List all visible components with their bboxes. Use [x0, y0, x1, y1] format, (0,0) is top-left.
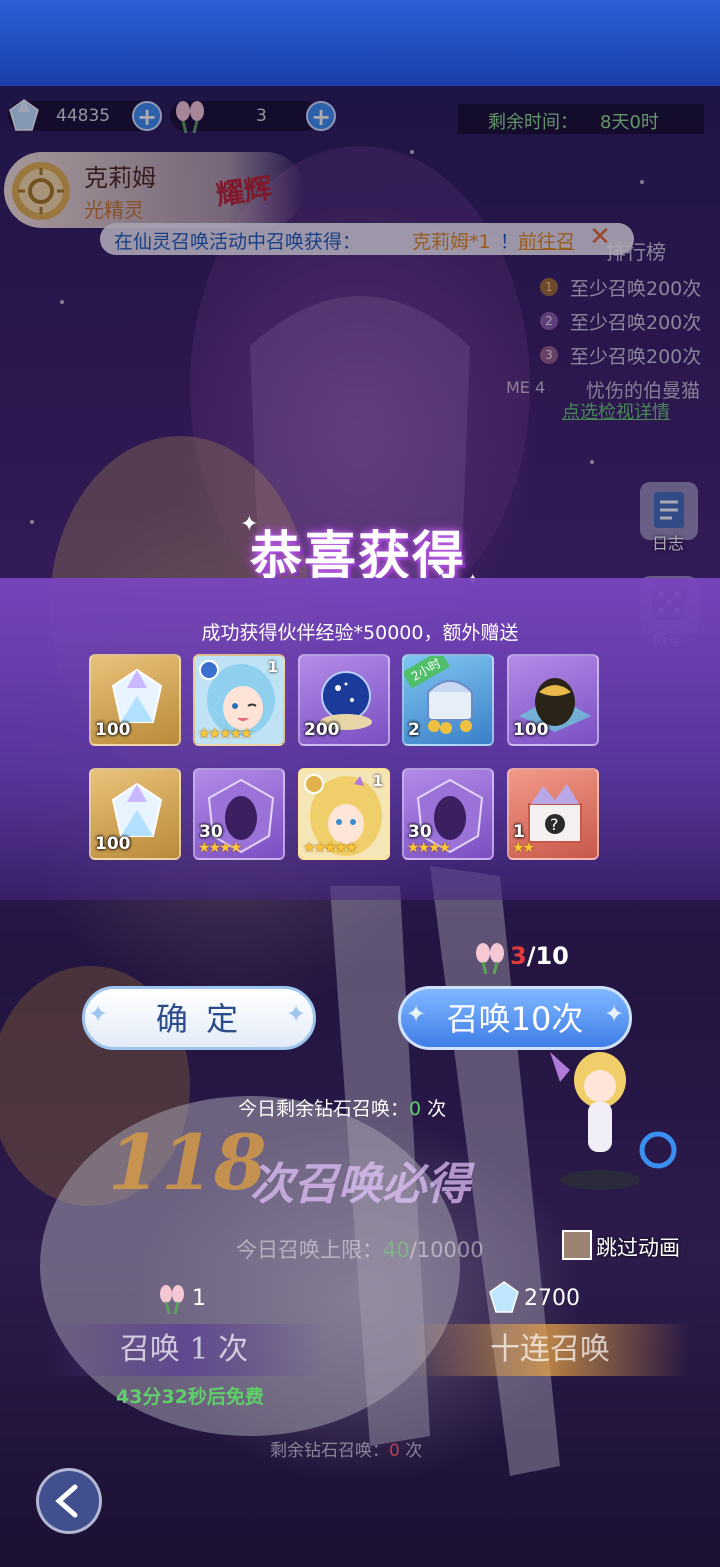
remain-unit: 次	[399, 1441, 423, 1461]
daily-diamond-value: 0	[409, 1098, 422, 1120]
svg-text:?: ?	[550, 815, 559, 834]
sparkle-icon: ✦	[406, 1000, 427, 1028]
item-level: 1	[372, 772, 383, 790]
diamond-icon	[489, 1281, 519, 1313]
remain-label: 剩余钻石召唤：	[270, 1441, 389, 1461]
item-quantity: 200	[304, 720, 340, 740]
reward-item-golden-egg[interactable]: 100	[507, 654, 599, 746]
back-button[interactable]	[36, 1468, 102, 1534]
reward-item-purple-shard[interactable]: 30 ★★★★	[402, 768, 494, 860]
skip-animation-checkbox[interactable]	[562, 1230, 592, 1260]
light-element-icon	[304, 774, 324, 794]
item-quantity: 100	[95, 834, 131, 854]
reward-item-gift-box[interactable]: ? 1 ★★	[507, 768, 599, 860]
item-quantity: 30	[199, 822, 223, 842]
limit-max: /10000	[409, 1238, 484, 1262]
summon-limit: 今日召唤上限：40/10000	[236, 1234, 484, 1264]
reward-subtitle: 成功获得伙伴经验*50000，额外赠送	[201, 622, 519, 644]
top-banner	[0, 0, 720, 86]
sparkle-icon: ✦	[604, 1000, 625, 1028]
remain-value: 0	[389, 1441, 400, 1461]
guarantee-text: 次召唤必得	[250, 1159, 470, 1210]
limit-current: 40	[383, 1238, 410, 1262]
chibi-character	[550, 1052, 677, 1190]
item-quantity: 100	[513, 720, 549, 740]
back-arrow-icon	[55, 1484, 78, 1518]
sparkle-icon: ✦	[240, 512, 259, 537]
free-timer: 43分32秒后免费	[116, 1386, 264, 1408]
tulip-icon	[476, 943, 504, 975]
tulip-current: 3	[510, 942, 527, 970]
item-stars: ★★★★	[198, 840, 242, 856]
tulip-icon	[160, 1285, 184, 1315]
ten-summon-button[interactable]: 十连召唤	[410, 1324, 690, 1376]
item-quantity: 1	[513, 822, 525, 842]
ten-summon-cost: 2700	[524, 1286, 580, 1311]
sparkle-icon: ✦	[88, 1000, 109, 1028]
reward-item-diamond[interactable]: 100	[89, 768, 181, 860]
tulip-requirement: 3/10	[510, 942, 569, 970]
single-summon-cost: 1	[192, 1286, 206, 1311]
sparkle-icon: ✦	[286, 1000, 307, 1028]
reward-item-hero-blonde-elf[interactable]: 1 ★★★★★	[298, 768, 390, 860]
skip-animation-label: 跳过动画	[596, 1236, 680, 1260]
reward-item-treasure-chest[interactable]: 2小时 2	[402, 654, 494, 746]
limit-label: 今日召唤上限：	[236, 1238, 383, 1262]
single-summon-button[interactable]: 召唤 1 次	[44, 1324, 324, 1376]
tulip-max: /10	[526, 942, 569, 970]
item-stars: ★★	[512, 840, 535, 856]
reward-item-crystal-orb[interactable]: 200	[298, 654, 390, 746]
moon-element-icon	[199, 660, 219, 680]
item-stars: ★★★★★	[198, 726, 253, 742]
item-quantity: 30	[408, 822, 432, 842]
item-quantity: 100	[95, 720, 131, 740]
remaining-diamond-summons: 剩余钻石召唤：0 次	[270, 1436, 422, 1461]
reward-item-purple-shard[interactable]: 30 ★★★★	[193, 768, 285, 860]
confirm-button[interactable]: 确 定	[82, 986, 316, 1050]
reward-item-diamond[interactable]: 100	[89, 654, 181, 746]
item-stars: ★★★★★	[303, 840, 358, 856]
item-stars: ★★★★	[407, 840, 451, 856]
daily-diamond-unit: 次	[421, 1098, 447, 1120]
daily-diamond-summons: 今日剩余钻石召唤：0 次	[238, 1094, 446, 1121]
item-level: 1	[267, 658, 278, 676]
item-quantity: 2	[408, 720, 420, 740]
reward-item-hero-blue-hair[interactable]: 1 ★★★★★	[193, 654, 285, 746]
daily-diamond-label: 今日剩余钻石召唤：	[238, 1098, 410, 1120]
guarantee-number: 118	[108, 1118, 267, 1207]
